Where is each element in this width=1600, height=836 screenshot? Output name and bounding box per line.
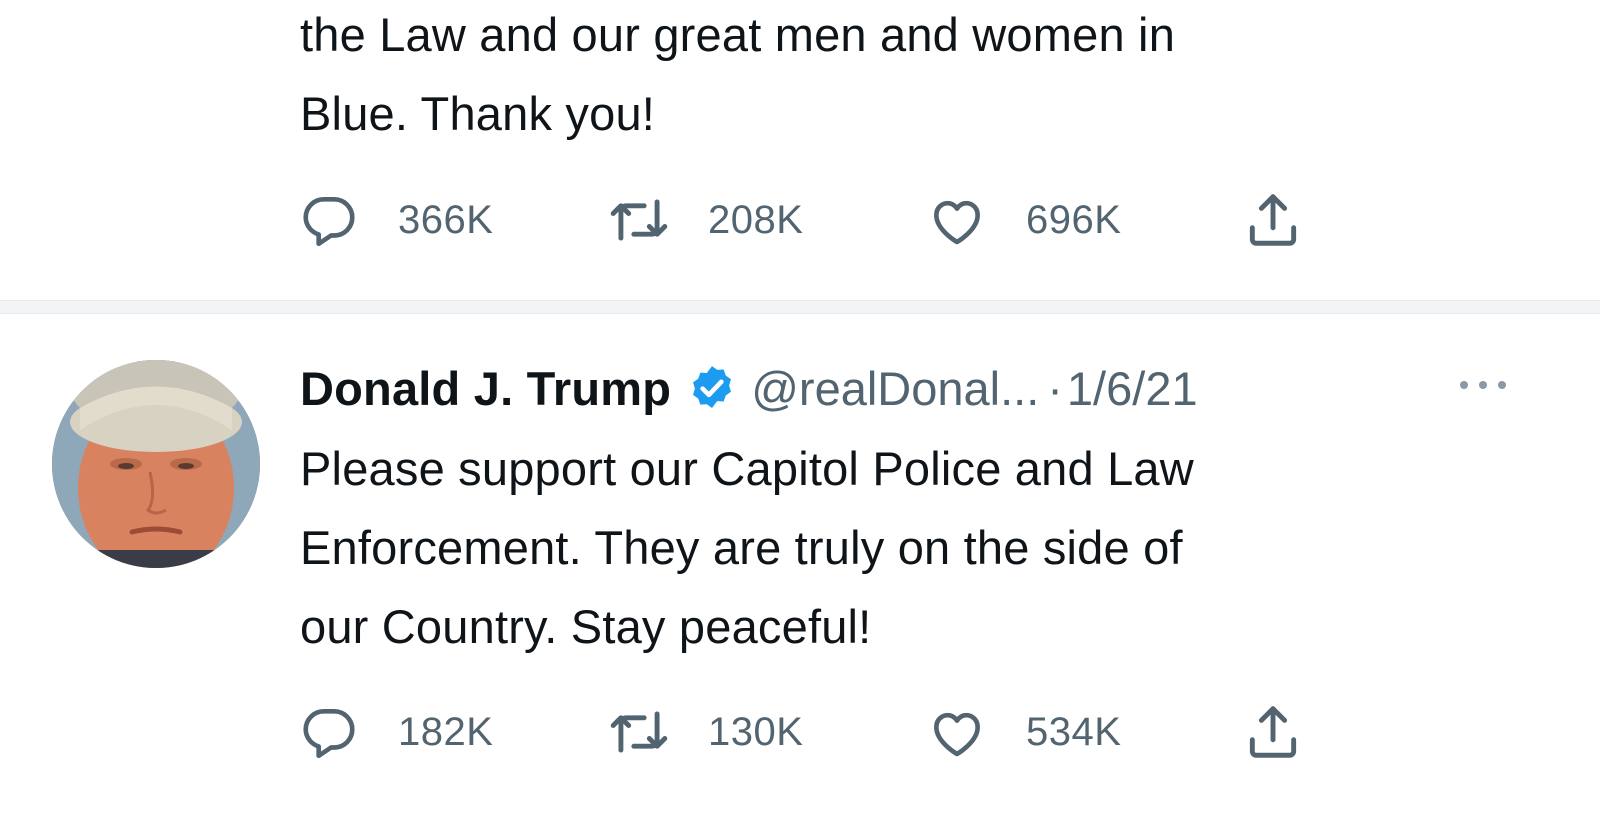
share-button[interactable] [1242, 190, 1304, 250]
tweet[interactable]: Donald J. Trump @realDonal... · 1/6/21 P… [0, 314, 1600, 836]
tweet-text: Please support our Capitol Police and La… [300, 429, 1540, 666]
tweet-text-line: our Country. Stay peaceful! [300, 600, 872, 653]
tweet-text-line: the Law and our great men and women in [300, 8, 1176, 61]
tweet-header: Donald J. Trump @realDonal... · 1/6/21 [300, 356, 1198, 420]
tweet-date[interactable]: 1/6/21 [1067, 361, 1198, 416]
tweet-text-line: Please support our Capitol Police and La… [300, 442, 1194, 495]
tweet-text-line: Enforcement. They are truly on the side … [300, 521, 1183, 574]
reply-count: 182K [398, 709, 494, 754]
heart-icon [934, 200, 980, 245]
tweet-text: the Law and our great men and women in B… [300, 0, 1540, 153]
verified-badge-icon [693, 366, 732, 408]
author-handle[interactable]: @realDonal... [751, 361, 1039, 416]
more-icon [1460, 381, 1506, 389]
reply-count: 366K [398, 197, 494, 242]
retweet-button[interactable]: 130K [608, 702, 803, 762]
heart-icon [934, 712, 980, 757]
retweet-count: 130K [708, 709, 804, 754]
reply-button[interactable]: 182K [298, 702, 493, 762]
like-count: 534K [1026, 709, 1122, 754]
retweet-count: 208K [708, 197, 804, 242]
share-icon [1249, 706, 1297, 758]
share-icon [1249, 194, 1297, 246]
retweet-icon [610, 199, 668, 241]
retweet-button[interactable]: 208K [608, 190, 803, 250]
avatar-portrait [52, 360, 260, 568]
reply-icon [303, 197, 355, 247]
like-count: 696K [1026, 197, 1122, 242]
header-separator: · [1047, 361, 1063, 415]
like-button[interactable]: 534K [926, 702, 1121, 762]
author-name[interactable]: Donald J. Trump [300, 361, 671, 416]
tweet-divider [0, 300, 1600, 314]
like-button[interactable]: 696K [926, 190, 1121, 250]
avatar[interactable] [52, 360, 260, 568]
reply-button[interactable]: 366K [298, 190, 493, 250]
more-button[interactable] [1452, 370, 1514, 400]
tweet-text-line: Blue. Thank you! [300, 87, 656, 140]
tweet-previous[interactable]: the Law and our great men and women in B… [0, 0, 1600, 300]
share-button[interactable] [1242, 702, 1304, 762]
retweet-icon [610, 711, 668, 753]
reply-icon [303, 709, 355, 759]
